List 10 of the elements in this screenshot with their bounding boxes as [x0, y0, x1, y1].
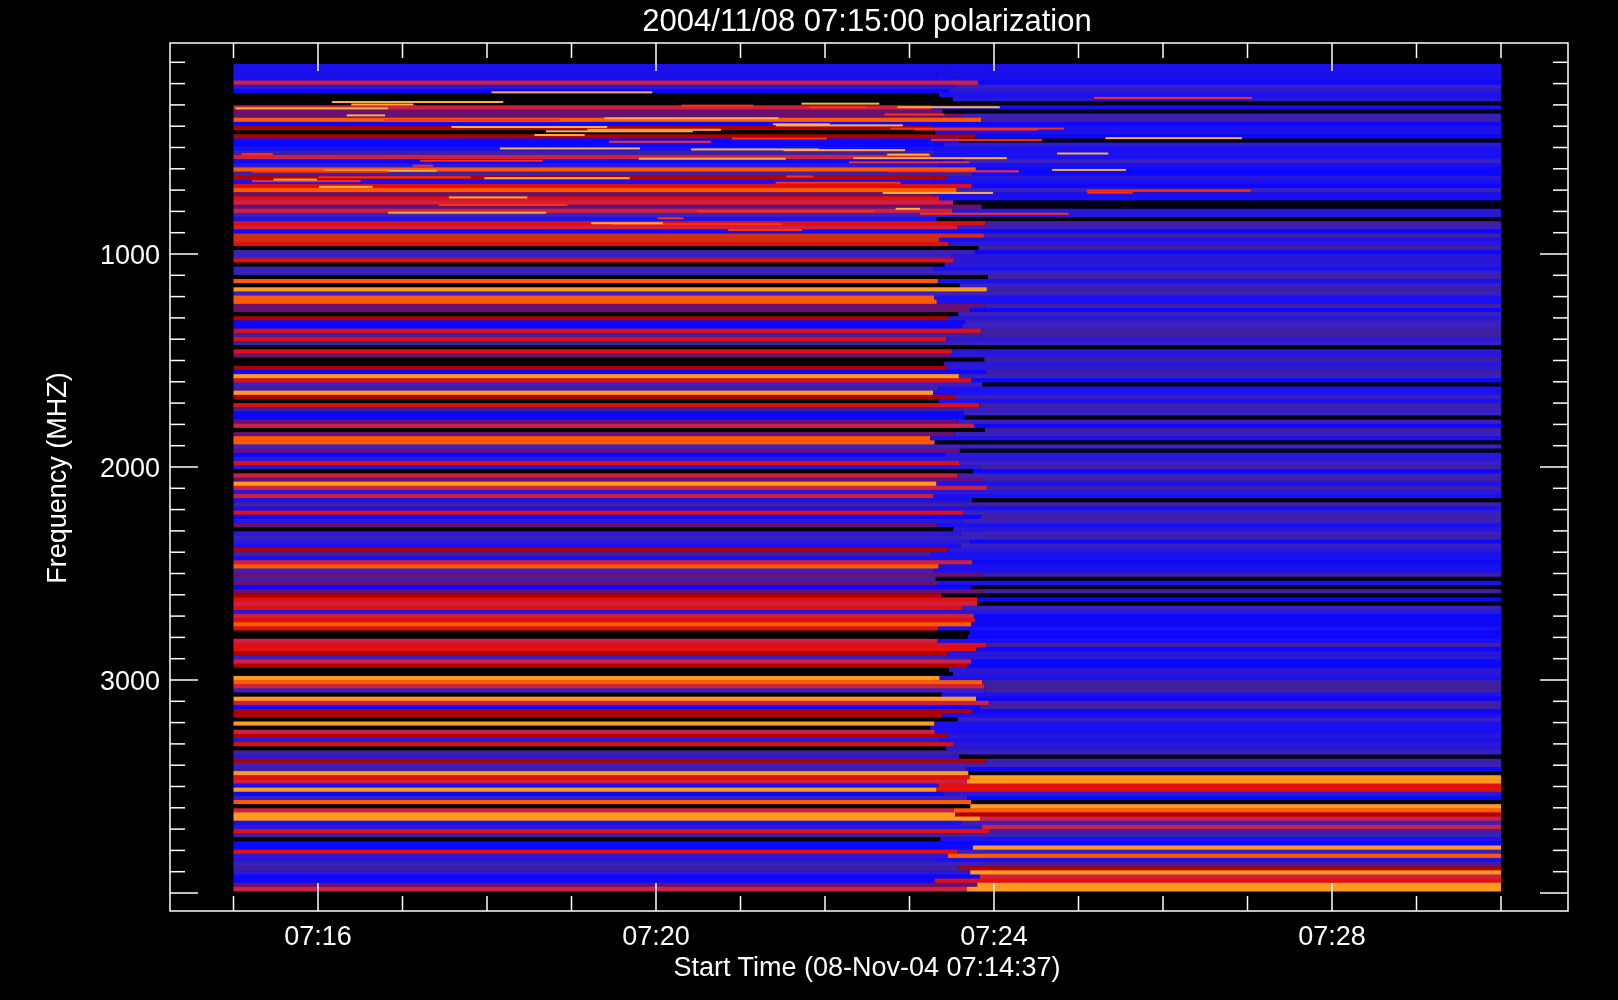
y-tick-label: 2000: [99, 453, 160, 483]
x-tick-label: 07:16: [284, 921, 352, 951]
x-tick-label: 07:20: [622, 921, 690, 951]
y-tick-label: 1000: [99, 240, 160, 270]
x-tick-label: 07:24: [960, 921, 1028, 951]
x-tick-label: 07:28: [1298, 921, 1366, 951]
y-axis-label: Frequency (MHZ): [42, 372, 72, 584]
chart-title: 2004/11/08 07:15:00 polarization: [642, 3, 1092, 38]
y-tick-label: 3000: [99, 666, 160, 696]
x-axis-label: Start Time (08-Nov-04 07:14:37): [673, 952, 1061, 982]
